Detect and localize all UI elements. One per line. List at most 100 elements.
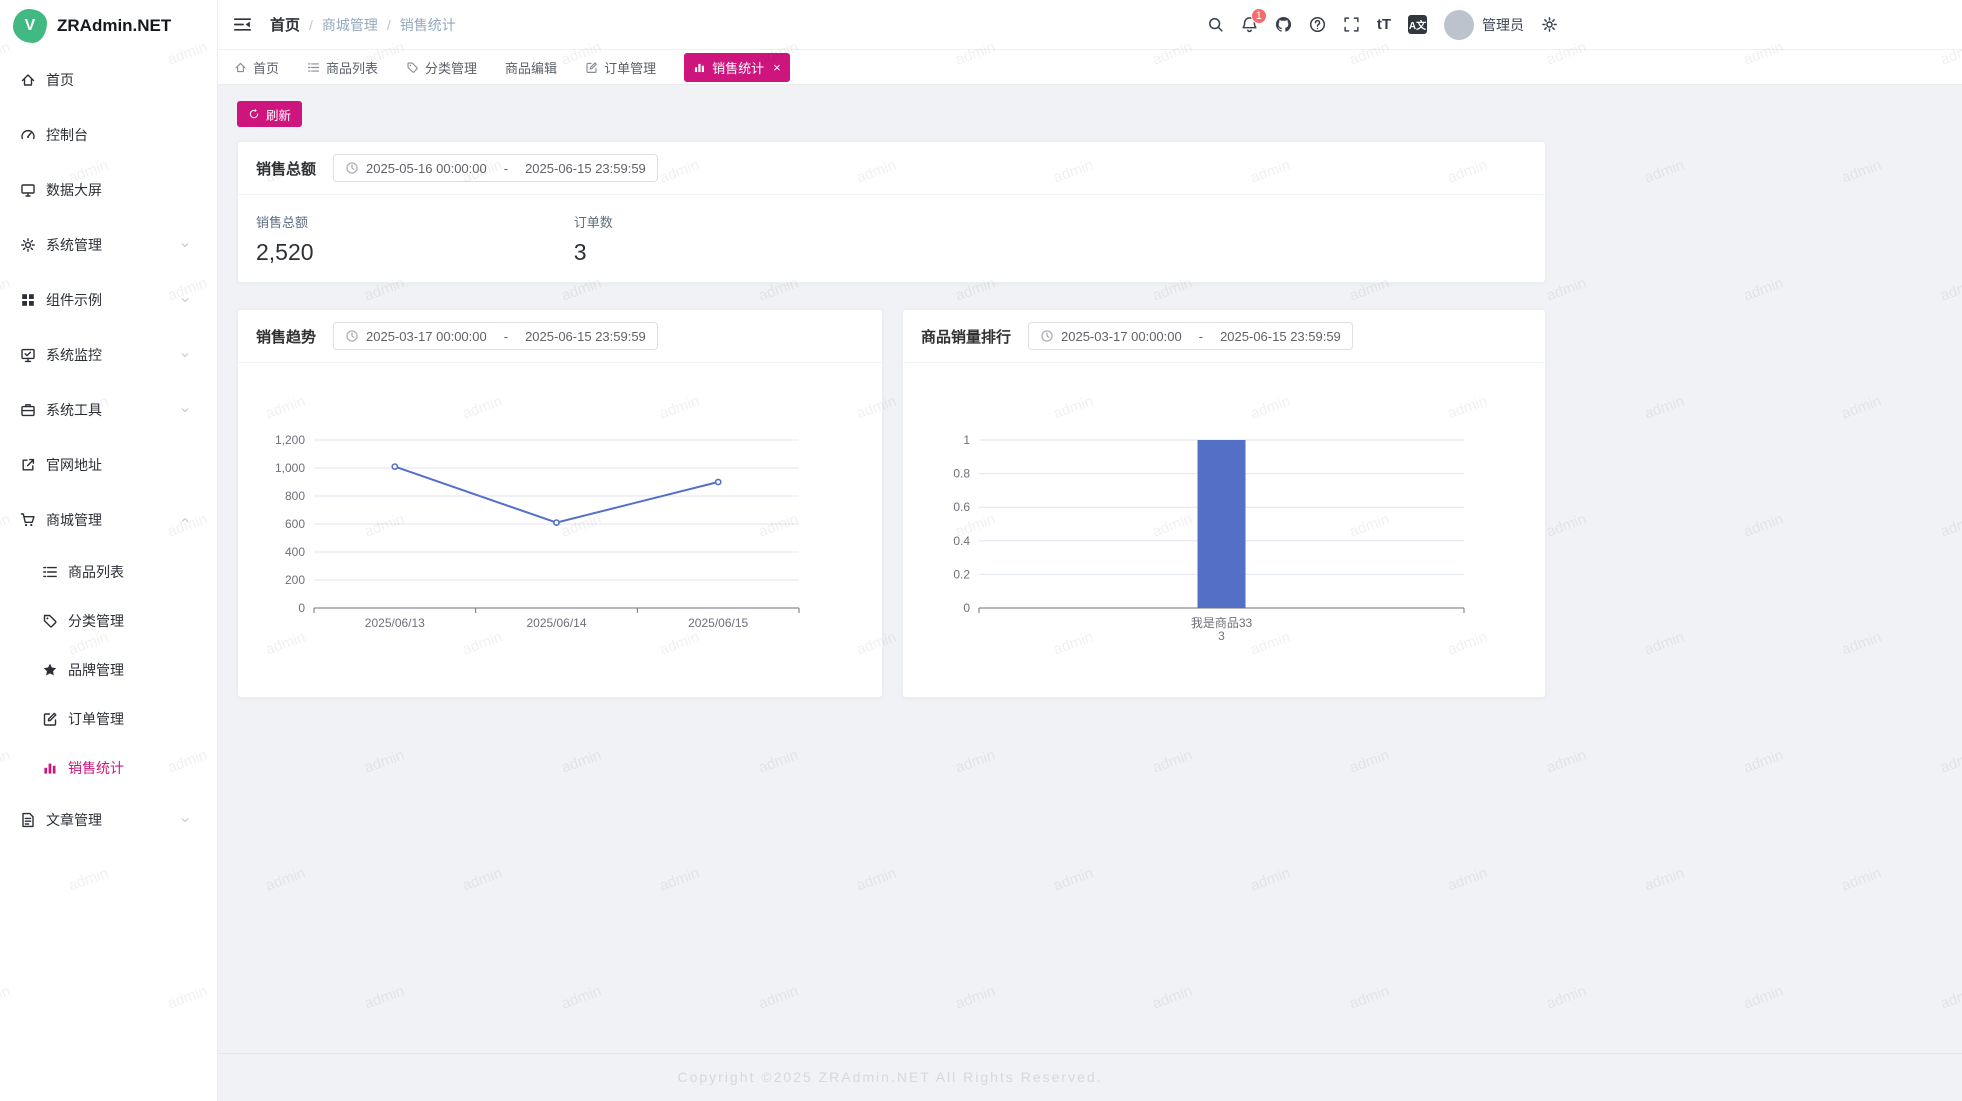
breadcrumb-home[interactable]: 首页 <box>270 14 300 35</box>
sidebar-menu: 首页控制台数据大屏系统管理组件示例系统监控系统工具官网地址商城管理商品列表分类管… <box>0 52 217 847</box>
username: 管理员 <box>1482 15 1524 35</box>
sidebar-item-article-admin[interactable]: 文章管理 <box>0 792 217 847</box>
fullscreen-icon[interactable] <box>1343 16 1360 33</box>
tab-label: 首页 <box>253 58 279 77</box>
sidebar-item-system-admin[interactable]: 系统管理 <box>0 217 217 272</box>
sidebar-item-data-screen[interactable]: 数据大屏 <box>0 162 217 217</box>
svg-text:0.8: 0.8 <box>953 467 970 481</box>
tab-label: 商品列表 <box>326 58 378 77</box>
stats-row: 销售总额2,520订单数3 <box>238 195 1545 283</box>
user-menu[interactable]: 管理员 <box>1444 10 1524 40</box>
svg-text:0.2: 0.2 <box>953 567 970 581</box>
product-ranking-chart: 00.20.40.60.81我是商品333 <box>911 377 1523 677</box>
sidebar-item-label: 系统工具 <box>46 400 102 420</box>
tab-label: 销售统计 <box>712 58 764 77</box>
stat-sales-total: 销售总额2,520 <box>256 212 574 266</box>
app-title: ZRAdmin.NET <box>57 16 171 36</box>
sales-total-card: 销售总额 2025-05-16 00:00:00 - 2025-06-15 23… <box>237 141 1546 283</box>
tab-product-list[interactable]: 商品列表 <box>307 58 378 77</box>
gauge-icon <box>20 127 36 143</box>
svg-text:1: 1 <box>963 433 970 447</box>
github-icon[interactable] <box>1275 16 1292 33</box>
tag-icon <box>42 613 58 629</box>
sidebar-item-label: 官网地址 <box>46 455 102 475</box>
sidebar-item-system-monitor[interactable]: 系统监控 <box>0 327 217 382</box>
search-icon[interactable] <box>1207 16 1224 33</box>
breadcrumb-separator: / <box>309 17 313 33</box>
breadcrumb-current: 销售统计 <box>400 15 456 35</box>
close-icon[interactable]: × <box>773 61 781 74</box>
help-icon[interactable] <box>1309 16 1326 33</box>
date-end: 2025-06-15 23:59:59 <box>525 329 646 344</box>
chevron-down-icon <box>179 349 191 361</box>
sidebar-item-console[interactable]: 控制台 <box>0 107 217 162</box>
gear-icon <box>20 237 36 253</box>
tab-category-admin[interactable]: 分类管理 <box>406 58 477 77</box>
tab-bar: 首页 商品列表 分类管理 商品编辑 订单管理 销售统计 × <box>218 50 1962 85</box>
tab-order-admin[interactable]: 订单管理 <box>585 58 656 77</box>
sidebar-item-category-admin[interactable]: 分类管理 <box>0 596 217 645</box>
refresh-button[interactable]: 刷新 <box>237 101 302 127</box>
ranking-date-range-picker[interactable]: 2025-03-17 00:00:00 - 2025-06-15 23:59:5… <box>1028 322 1353 350</box>
app-root: adminadminadminadminadminadminadminadmin… <box>0 0 1962 1101</box>
sidebar-item-home[interactable]: 首页 <box>0 52 217 107</box>
notifications-button[interactable]: 1 <box>1241 16 1258 33</box>
edit-icon <box>585 61 598 74</box>
sidebar-item-label: 组件示例 <box>46 290 102 310</box>
translate-icon[interactable]: A文 <box>1408 15 1427 34</box>
sidebar-item-components[interactable]: 组件示例 <box>0 272 217 327</box>
sidebar-item-system-tools[interactable]: 系统工具 <box>0 382 217 437</box>
sidebar-item-label: 文章管理 <box>46 810 102 830</box>
notification-badge: 1 <box>1251 8 1267 24</box>
sidebar-item-order-admin[interactable]: 订单管理 <box>0 694 217 743</box>
card-header: 销售总额 2025-05-16 00:00:00 - 2025-06-15 23… <box>238 142 1545 195</box>
svg-text:0: 0 <box>963 601 970 615</box>
sidebar-item-label: 分类管理 <box>68 611 124 631</box>
svg-text:600: 600 <box>285 517 305 531</box>
tab-label: 分类管理 <box>425 58 477 77</box>
stat-order-count: 订单数3 <box>574 212 892 266</box>
sidebar-item-product-list[interactable]: 商品列表 <box>0 547 217 596</box>
sidebar-item-sales-stats[interactable]: 销售统计 <box>0 743 217 792</box>
settings-icon[interactable] <box>1541 16 1558 33</box>
sales-trend-card-title: 销售趋势 <box>256 326 316 347</box>
trend-date-range-picker[interactable]: 2025-03-17 00:00:00 - 2025-06-15 23:59:5… <box>333 322 658 350</box>
sidebar-item-mall-admin[interactable]: 商城管理 <box>0 492 217 547</box>
data-point <box>392 464 397 469</box>
breadcrumb-separator: / <box>387 17 391 33</box>
collapse-sidebar-icon[interactable] <box>233 15 252 34</box>
sidebar-item-brand-admin[interactable]: 品牌管理 <box>0 645 217 694</box>
external-icon <box>20 457 36 473</box>
chevron-down-icon <box>179 239 191 251</box>
sales-trend-card: 销售趋势 2025-03-17 00:00:00 - 2025-06-15 23… <box>237 309 883 698</box>
header-actions: 1 tT A文 管理员 <box>1207 10 1962 40</box>
data-point <box>716 479 721 484</box>
svg-text:2025/06/13: 2025/06/13 <box>365 616 425 630</box>
barchart-icon <box>42 760 58 776</box>
sidebar-item-label: 订单管理 <box>68 709 124 729</box>
clock-icon <box>345 161 359 175</box>
sidebar-item-website[interactable]: 官网地址 <box>0 437 217 492</box>
font-size-icon[interactable]: tT <box>1377 16 1391 33</box>
edit-icon <box>42 711 58 727</box>
list-icon <box>307 61 320 74</box>
cart-icon <box>20 512 36 528</box>
tab-home[interactable]: 首页 <box>234 58 279 77</box>
refresh-label: 刷新 <box>266 105 291 124</box>
date-start: 2025-03-17 00:00:00 <box>366 329 487 344</box>
sales-trend-chart: 02004006008001,0001,2002025/06/132025/06… <box>246 377 866 677</box>
card-header: 商品销量排行 2025-03-17 00:00:00 - 2025-06-15 … <box>903 310 1545 363</box>
home-icon <box>234 61 247 74</box>
date-start: 2025-05-16 00:00:00 <box>366 161 487 176</box>
logo-icon: V <box>13 9 47 43</box>
tab-sales-stats[interactable]: 销售统计 × <box>684 53 790 82</box>
breadcrumb-mall-admin: 商城管理 <box>322 15 378 35</box>
svg-text:1,200: 1,200 <box>275 433 305 447</box>
tab-product-edit[interactable]: 商品编辑 <box>505 58 557 77</box>
tab-label: 订单管理 <box>604 58 656 77</box>
date-separator: - <box>504 161 508 176</box>
list-icon <box>42 564 58 580</box>
main-area: 首页 / 商城管理 / 销售统计 1 tT A文 管理员 <box>218 0 1962 1101</box>
summary-date-range-picker[interactable]: 2025-05-16 00:00:00 - 2025-06-15 23:59:5… <box>333 154 658 182</box>
date-end: 2025-06-15 23:59:59 <box>1220 329 1341 344</box>
